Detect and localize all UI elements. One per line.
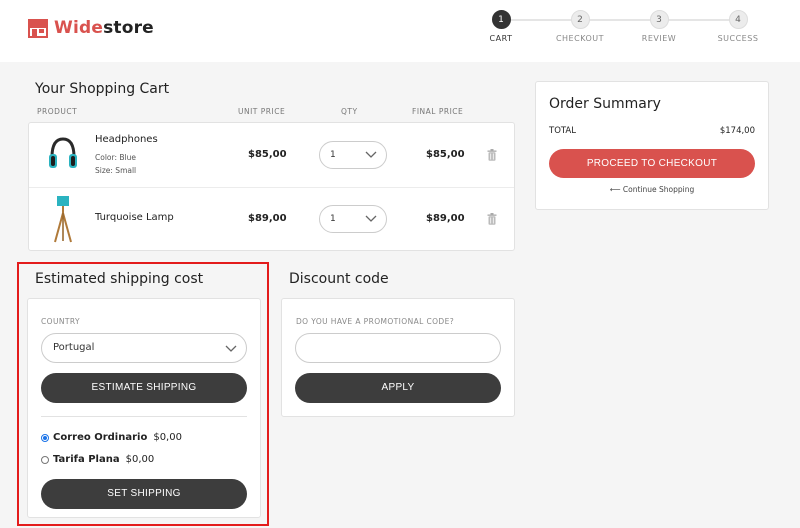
product-name[interactable]: Turquoise Lamp	[95, 212, 174, 223]
checkout-steps: 1 CART 2 CHECKOUT 3 REVIEW 4 SUCCESS	[480, 10, 780, 50]
logo-text: Widestore	[54, 18, 154, 38]
chevron-down-icon	[365, 215, 377, 222]
continue-shopping-link[interactable]: ⟵ Continue Shopping	[536, 185, 768, 194]
order-summary-card: Order Summary TOTAL $174,00 PROCEED TO C…	[535, 81, 769, 210]
steps-line	[502, 19, 742, 21]
highlight-box	[17, 262, 269, 526]
cart-row: Headphones Color: Blue Size: Small $85,0…	[29, 123, 514, 187]
lamp-image	[54, 196, 72, 243]
step-cart[interactable]: 1 CART	[471, 10, 531, 43]
headphones-image	[49, 137, 77, 168]
step-label: CHECKOUT	[555, 34, 605, 43]
trash-icon[interactable]	[487, 149, 497, 161]
promo-prompt: DO YOU HAVE A PROMOTIONAL CODE?	[296, 317, 455, 326]
step-number: 4	[728, 10, 748, 29]
proceed-to-checkout-button[interactable]: PROCEED TO CHECKOUT	[549, 149, 755, 178]
cart-card: Headphones Color: Blue Size: Small $85,0…	[28, 122, 515, 251]
apply-button[interactable]: APPLY	[295, 373, 501, 403]
quantity-select[interactable]: 1	[319, 205, 387, 233]
unit-price: $89,00	[248, 213, 287, 224]
discount-card: DO YOU HAVE A PROMOTIONAL CODE? APPLY	[281, 298, 515, 417]
col-unit-price: UNIT PRICE	[238, 107, 286, 116]
final-price: $89,00	[426, 213, 465, 224]
cart-row: Turquoise Lamp $89,00 1 $89,00	[29, 188, 514, 251]
step-label: CART	[489, 34, 513, 43]
step-label: REVIEW	[641, 34, 677, 43]
quantity-value: 1	[330, 214, 336, 224]
col-qty: QTY	[341, 107, 358, 116]
step-review[interactable]: 3 REVIEW	[629, 10, 689, 43]
total-value: $174,00	[719, 126, 755, 136]
cart-title: Your Shopping Cart	[35, 81, 170, 97]
unit-price: $85,00	[248, 149, 287, 160]
chevron-down-icon	[365, 151, 377, 158]
summary-title: Order Summary	[549, 96, 661, 112]
header: Widestore 1 CART 2 CHECKOUT 3 REVIEW 4 S…	[0, 0, 800, 62]
quantity-value: 1	[330, 150, 336, 160]
discount-title: Discount code	[289, 271, 389, 287]
step-success[interactable]: 4 SUCCESS	[708, 10, 768, 43]
step-number: 2	[570, 10, 590, 29]
product-size: Size: Small	[95, 166, 137, 175]
trash-icon[interactable]	[487, 213, 497, 225]
col-final-price: FINAL PRICE	[412, 107, 464, 116]
step-label: SUCCESS	[717, 34, 759, 43]
store-icon	[28, 19, 48, 38]
product-color: Color: Blue	[95, 153, 136, 162]
step-number: 1	[491, 10, 511, 29]
total-label: TOTAL	[549, 126, 576, 136]
col-product: PRODUCT	[37, 107, 78, 116]
logo[interactable]: Widestore	[27, 16, 154, 40]
product-name[interactable]: Headphones	[95, 134, 158, 145]
step-number: 3	[649, 10, 669, 29]
quantity-select[interactable]: 1	[319, 141, 387, 169]
step-checkout[interactable]: 2 CHECKOUT	[550, 10, 610, 43]
final-price: $85,00	[426, 149, 465, 160]
promo-code-input[interactable]	[295, 333, 501, 363]
